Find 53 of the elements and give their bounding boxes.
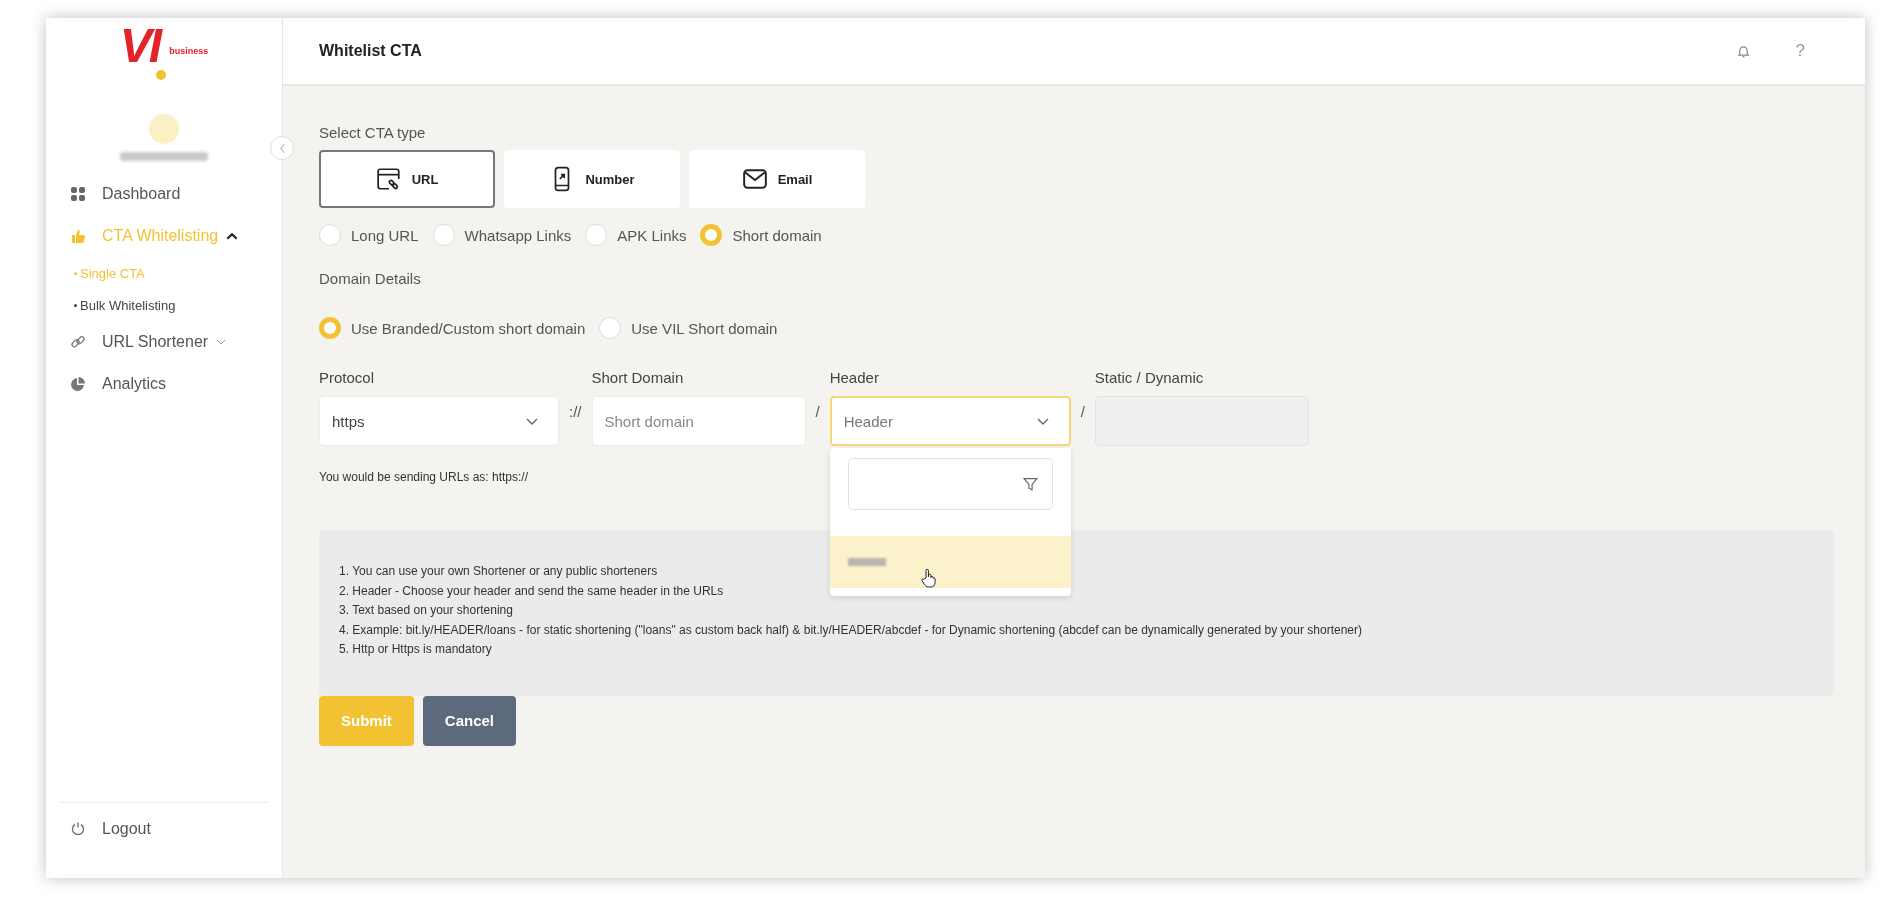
envelope-icon: [741, 166, 768, 192]
field-label: Header: [829, 369, 880, 386]
field-label: Protocol: [319, 369, 376, 386]
filter-field[interactable]: [847, 458, 1053, 510]
page-title: Whitelist CTA: [319, 42, 423, 60]
url-separator: /: [814, 403, 821, 420]
logo-dot-icon: [156, 70, 166, 80]
note-text: 2. Header - Choose your header and send the same header in the URLs: [339, 582, 724, 600]
power-icon: [70, 820, 86, 837]
field-label: Short Domain: [591, 369, 685, 386]
logo-text: VI: [119, 24, 160, 68]
text-input-field[interactable]: Short domain: [591, 396, 806, 446]
field-label: Static / Dynamic: [1094, 369, 1205, 386]
cta-type-tab[interactable]: Number: [504, 150, 680, 208]
section-label: Domain Details: [319, 270, 422, 287]
browser-link-icon: [375, 166, 402, 192]
dropdown-field[interactable]: https: [319, 396, 559, 446]
hand-cursor-icon: [919, 568, 936, 588]
radio-option[interactable]: Short domain: [700, 224, 822, 246]
section-label: Select CTA type: [319, 124, 427, 141]
logo-tagline: business: [169, 46, 209, 56]
sidebar-subitem[interactable]: Bulk Whitelisting: [70, 289, 282, 321]
note-text: 5. Http or Https is mandatory: [339, 641, 492, 658]
sidebar-item[interactable]: URL Shortener: [70, 321, 282, 363]
link-icon: [70, 334, 86, 350]
thumb-icon: [70, 228, 86, 244]
note-text: 4. Example: bit.ly/HEADER/loans - for static shortening ("loans" as custom back half) & bit.ly/HEADER/abcdef - for Dynamic shortening (abcdef can be dynamically generated by your shortener): [339, 621, 1362, 639]
radio-option[interactable]: Use VIL Short domain: [599, 317, 778, 339]
chevron-down-icon: [1036, 417, 1049, 425]
chevron-down-icon: [526, 417, 538, 425]
dropdown-option[interactable]: [829, 536, 1071, 588]
sidebar-item[interactable]: Dashboard: [70, 173, 282, 215]
radio-option[interactable]: APK Links: [585, 224, 687, 246]
url-separator: ://: [568, 403, 583, 420]
note-text: 3. Text based on your shortening: [339, 602, 513, 619]
note-text: 1. You can use your own Shortener or any public shorteners: [339, 563, 658, 580]
collapse-button[interactable]: [270, 136, 294, 160]
grid-icon: [70, 186, 86, 202]
pie-chart-icon: [70, 376, 86, 392]
radio-option[interactable]: Long URL: [319, 224, 419, 246]
radio-option[interactable]: Whatsapp Links: [432, 224, 572, 246]
logout-item[interactable]: Logout: [60, 802, 268, 842]
url-separator: /: [1079, 403, 1086, 420]
chevron-left-icon: [278, 142, 286, 154]
avatar: [149, 114, 179, 144]
bell-icon[interactable]: [1736, 43, 1750, 59]
radio-option[interactable]: Use Branded/Custom short domain: [319, 317, 586, 339]
url-preview-text: You would be sending URLs as: https://: [319, 470, 530, 484]
filter-icon: [1022, 476, 1038, 492]
sidebar-item[interactable]: Analytics: [70, 363, 282, 405]
cta-type-tab[interactable]: Email: [689, 150, 865, 208]
cancel-button[interactable]: Cancel: [422, 695, 517, 746]
cta-type-tab[interactable]: URL: [319, 150, 495, 208]
